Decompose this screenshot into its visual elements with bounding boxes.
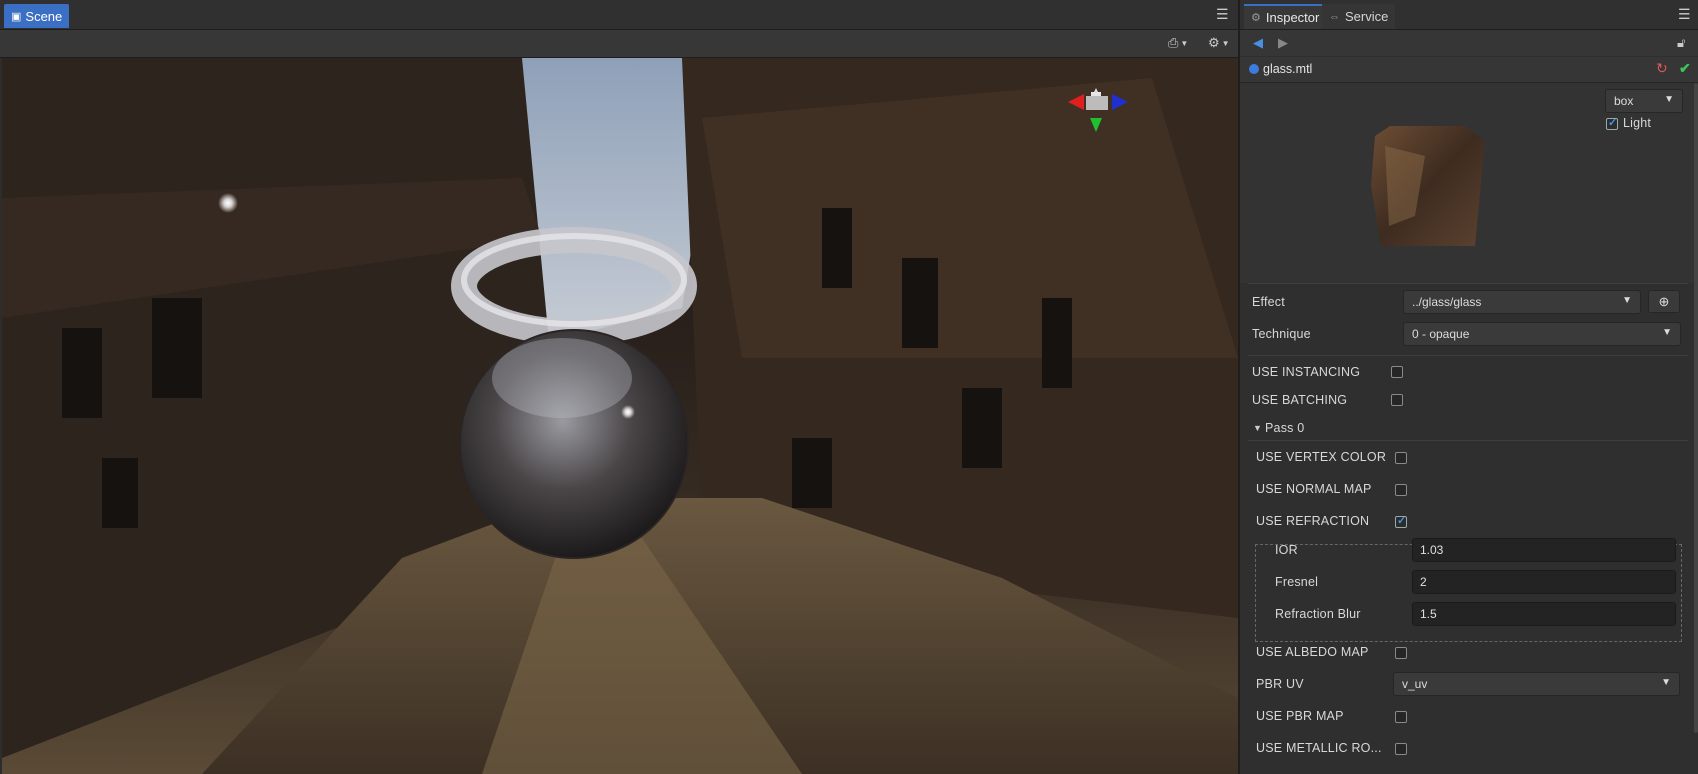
use-pbr-map-label: USE PBR MAP xyxy=(1256,709,1344,723)
chevron-down-icon: ▼ xyxy=(1661,677,1671,688)
effect-label: Effect xyxy=(1252,295,1285,309)
scene-tabbar: ▣ Scene ☰ xyxy=(0,0,1238,30)
effect-select[interactable]: ../glass/glass ▼ xyxy=(1403,290,1641,314)
use-albedo-map-checkbox[interactable] xyxy=(1395,647,1407,659)
history-nav: ◀ ▶ 🔓︎ xyxy=(1240,30,1698,56)
fresnel-label: Fresnel xyxy=(1275,575,1319,589)
ior-input[interactable]: 1.03 xyxy=(1412,538,1676,562)
use-pbr-map-checkbox[interactable] xyxy=(1395,711,1407,723)
preview-mesh-value: box xyxy=(1614,94,1634,108)
preview-box[interactable] xyxy=(1365,126,1505,256)
refraction-blur-label: Refraction Blur xyxy=(1275,607,1361,621)
pbr-uv-value: v_uv xyxy=(1402,677,1428,691)
pbr-uv-select[interactable]: v_uv ▼ xyxy=(1393,672,1680,696)
inspector-scrollbar[interactable] xyxy=(1694,83,1698,733)
refraction-blur-input[interactable]: 1.5 xyxy=(1412,602,1676,626)
pbr-uv-label: PBR UV xyxy=(1256,677,1304,691)
apply-check-icon[interactable]: ✔ xyxy=(1679,60,1691,77)
effect-value: ../glass/glass xyxy=(1412,295,1482,309)
revert-icon[interactable]: ↻ xyxy=(1656,60,1668,77)
pass-collapse-icon[interactable]: ▼ xyxy=(1253,423,1262,433)
light-label: Light xyxy=(1623,116,1652,130)
technique-label: Technique xyxy=(1252,327,1311,341)
use-normal-map-checkbox[interactable] xyxy=(1395,484,1407,496)
scene-panel: ▣ Scene ☰ ⎙ ▼ ⚙ ▼ xyxy=(0,0,1240,774)
unlock-icon[interactable]: 🔓︎ xyxy=(1677,35,1685,51)
tab-service-label: Service xyxy=(1345,9,1389,24)
material-icon xyxy=(1249,64,1259,74)
use-refraction-checkbox[interactable] xyxy=(1395,514,1407,528)
scene-settings-button[interactable]: ⚙ ▼ xyxy=(1208,35,1230,51)
pass-label[interactable]: Pass 0 xyxy=(1265,421,1304,435)
use-vertex-color-label: USE VERTEX COLOR xyxy=(1256,450,1387,464)
chevron-down-icon: ▼ xyxy=(1221,38,1230,48)
tab-scene[interactable]: ▣ Scene xyxy=(4,4,70,28)
inspector-panel: ⚙ Inspector ⇔ Service ☰ ◀ ▶ 🔓︎ glass.mtl… xyxy=(1240,0,1698,774)
technique-select[interactable]: 0 - opaque ▼ xyxy=(1403,322,1681,346)
light-checkbox[interactable] xyxy=(1606,116,1618,130)
technique-value: 0 - opaque xyxy=(1412,327,1470,341)
fresnel-value: 2 xyxy=(1420,575,1427,589)
scene-toolbar: ⎙ ▼ ⚙ ▼ xyxy=(0,30,1238,58)
target-icon: ⊕ xyxy=(1658,293,1670,309)
camera-icon: ⎙ xyxy=(1168,35,1179,50)
hamburger-menu-icon[interactable]: ☰ xyxy=(1216,6,1229,23)
back-arrow-icon[interactable]: ◀ xyxy=(1253,35,1263,51)
preview-mesh-select[interactable]: box ▼ xyxy=(1605,89,1683,113)
inspector-tabbar: ⚙ Inspector ⇔ Service ☰ xyxy=(1240,0,1698,30)
scene-viewport[interactable] xyxy=(2,58,1238,774)
gear-icon: ⚙ xyxy=(1251,12,1261,24)
light-point xyxy=(218,193,238,213)
use-normal-map-label: USE NORMAL MAP xyxy=(1256,482,1372,496)
gear-icon: ⚙ xyxy=(1208,35,1220,50)
fresnel-input[interactable]: 2 xyxy=(1412,570,1676,594)
tab-inspector-label: Inspector xyxy=(1265,10,1320,25)
link-icon: ⇔ xyxy=(1329,10,1340,23)
light-point-reflection xyxy=(621,405,635,419)
refraction-blur-value: 1.5 xyxy=(1420,607,1437,621)
scene-render xyxy=(2,58,1238,774)
locate-effect-button[interactable]: ⊕ xyxy=(1648,290,1680,313)
forward-arrow-icon[interactable]: ▶ xyxy=(1278,35,1288,51)
use-vertex-color-checkbox[interactable] xyxy=(1395,452,1407,464)
use-refraction-label: USE REFRACTION xyxy=(1256,514,1370,528)
tab-inspector[interactable]: ⚙ Inspector xyxy=(1244,4,1327,29)
scene-icon: ▣ xyxy=(11,10,22,23)
chevron-down-icon: ▼ xyxy=(1180,38,1189,48)
chevron-down-icon: ▼ xyxy=(1664,94,1674,105)
use-instancing-label: USE INSTANCING xyxy=(1252,365,1361,379)
chevron-down-icon: ▼ xyxy=(1622,295,1632,306)
ior-value: 1.03 xyxy=(1420,543,1444,557)
ior-label: IOR xyxy=(1275,543,1298,557)
asset-header: glass.mtl ↻ ✔ xyxy=(1240,57,1698,83)
tab-scene-label: Scene xyxy=(25,8,63,24)
use-batching-checkbox[interactable] xyxy=(1391,394,1403,406)
material-preview: box ▼ Light xyxy=(1240,83,1696,283)
camera-dropdown-button[interactable]: ⎙ ▼ xyxy=(1168,35,1188,51)
use-metallic-checkbox[interactable] xyxy=(1395,743,1407,755)
use-instancing-checkbox[interactable] xyxy=(1391,366,1403,378)
tab-service[interactable]: ⇔ Service xyxy=(1322,4,1396,29)
use-albedo-map-label: USE ALBEDO MAP xyxy=(1256,645,1369,659)
use-metallic-label: USE METALLIC RO... xyxy=(1256,741,1382,755)
use-batching-label: USE BATCHING xyxy=(1252,393,1348,407)
chevron-down-icon: ▼ xyxy=(1662,327,1672,338)
asset-name: glass.mtl xyxy=(1263,62,1313,76)
hamburger-menu-icon[interactable]: ☰ xyxy=(1678,6,1691,23)
